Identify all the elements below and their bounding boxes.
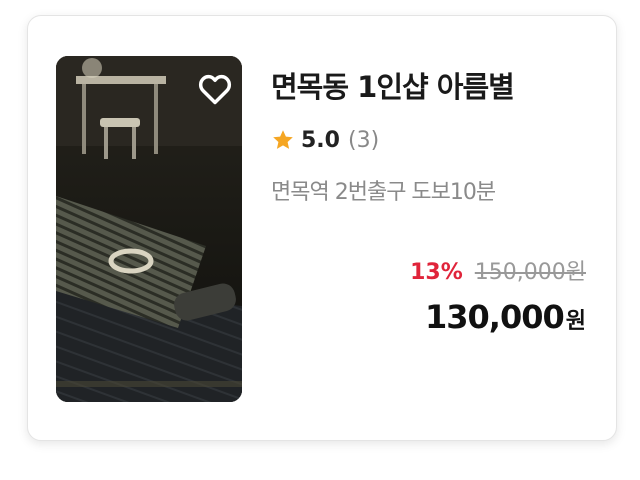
discount-rate: 13%	[410, 260, 463, 285]
final-price: 130,000	[425, 298, 565, 336]
shop-photo[interactable]	[56, 56, 242, 402]
shop-card[interactable]: 면목동 1인샵 아름별 5.0 (3) 면목역 2번출구 도보10분 13% 1…	[27, 15, 617, 441]
final-price-unit: 원	[565, 309, 586, 334]
rating-score: 5.0	[301, 127, 340, 153]
shop-title[interactable]: 면목동 1인샵 아름별	[271, 64, 515, 106]
location-text: 면목역 2번출구 도보10분	[271, 180, 496, 205]
original-price: 150,000원	[474, 260, 586, 285]
star-icon	[273, 130, 293, 149]
final-price-row: 130,000 원	[425, 298, 586, 336]
rating: 5.0 (3)	[271, 124, 379, 156]
review-count: (3)	[347, 127, 380, 153]
heart-outline-icon[interactable]	[196, 70, 234, 108]
discount-row: 13% 150,000원	[410, 254, 586, 286]
